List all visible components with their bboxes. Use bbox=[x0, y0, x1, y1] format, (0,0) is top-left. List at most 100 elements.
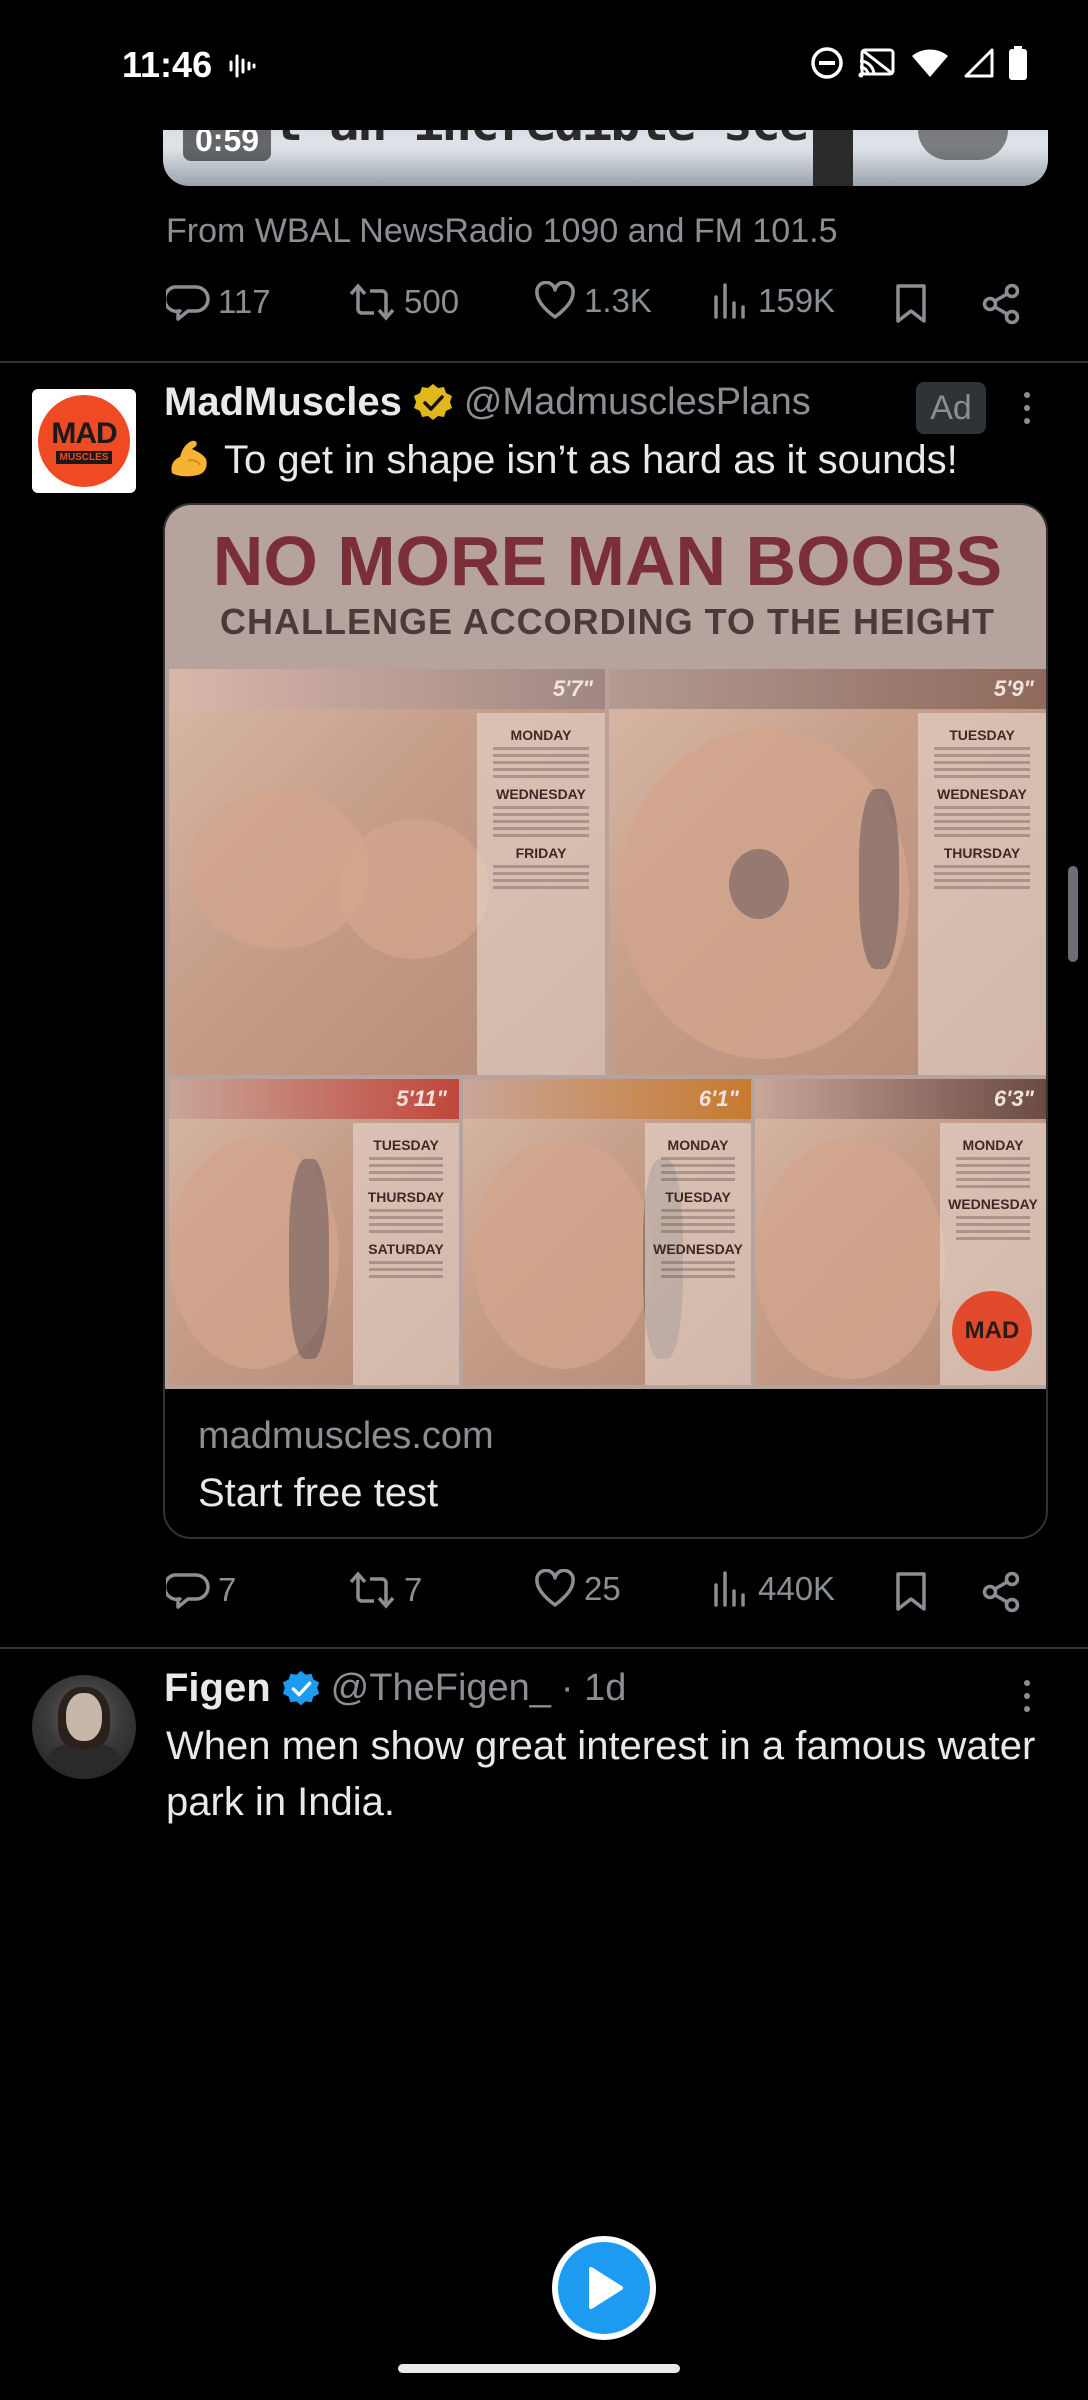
ad-photo-1: 5'7" MONDAY WEDNESDAY FRIDAY bbox=[169, 669, 605, 1075]
reply-icon bbox=[166, 1573, 210, 1609]
like-button[interactable]: 1.3K bbox=[534, 281, 652, 321]
views-count: 159K bbox=[758, 282, 836, 319]
share-button[interactable] bbox=[981, 283, 1021, 325]
tweet-body: To get in shape isn’t as hard as it soun… bbox=[224, 438, 958, 482]
height-label: 5'11" bbox=[169, 1079, 459, 1119]
height-label: 6'1" bbox=[463, 1079, 751, 1119]
day-label: WEDNESDAY bbox=[937, 786, 1027, 802]
workout-schedule: TUESDAY THURSDAY SATURDAY bbox=[353, 1123, 459, 1385]
height-label: 5'7" bbox=[169, 669, 605, 709]
views-button[interactable]: 440K bbox=[712, 1569, 835, 1609]
play-button[interactable] bbox=[552, 2236, 656, 2340]
share-icon bbox=[982, 283, 1020, 325]
ad-headline: NO MORE MAN BOOBS bbox=[212, 522, 1003, 600]
home-indicator[interactable] bbox=[398, 2364, 680, 2373]
madmuscles-seal: MAD bbox=[952, 1291, 1032, 1371]
verified-blue-icon bbox=[282, 1670, 319, 1705]
like-button[interactable]: 25 bbox=[534, 1569, 621, 1609]
day-label: MONDAY bbox=[510, 727, 572, 743]
like-count: 25 bbox=[584, 1570, 621, 1607]
height-label: 5'9" bbox=[609, 669, 1046, 709]
reply-icon bbox=[166, 285, 210, 321]
repost-button[interactable]: 7 bbox=[348, 1569, 422, 1611]
day-label: WEDNESDAY bbox=[653, 1241, 743, 1257]
day-label: TUESDAY bbox=[373, 1137, 439, 1153]
heart-icon bbox=[535, 1569, 575, 1607]
do-not-disturb-icon bbox=[811, 47, 843, 79]
bookmark-icon bbox=[896, 284, 926, 323]
author-name[interactable]: Figen bbox=[164, 1666, 271, 1711]
wifi-icon bbox=[912, 49, 948, 77]
tweet-divider bbox=[0, 361, 1088, 363]
day-label: WEDNESDAY bbox=[948, 1196, 1038, 1212]
bookmark-icon bbox=[896, 1572, 926, 1611]
day-label: MONDAY bbox=[962, 1137, 1024, 1153]
day-label: MONDAY bbox=[667, 1137, 729, 1153]
workout-schedule: MONDAY TUESDAY WEDNESDAY bbox=[645, 1123, 751, 1385]
battery-icon bbox=[1009, 46, 1027, 80]
views-icon bbox=[714, 283, 745, 319]
heart-icon bbox=[535, 281, 575, 319]
workout-schedule: TUESDAY WEDNESDAY THURSDAY bbox=[918, 713, 1046, 1075]
ad-badge: Ad bbox=[916, 382, 986, 434]
ad-photo-3: 5'11" TUESDAY THURSDAY SATURDAY bbox=[169, 1079, 459, 1385]
ad-photo-4: 6'1" MONDAY TUESDAY WEDNESDAY bbox=[463, 1079, 751, 1385]
reply-button[interactable]: 117 bbox=[166, 281, 271, 323]
avatar[interactable]: MAD MUSCLES bbox=[32, 389, 136, 493]
tweet-divider bbox=[0, 1647, 1088, 1649]
more-options-button[interactable] bbox=[1012, 1676, 1042, 1716]
tweet-header: Figen @TheFigen_ · 1d bbox=[164, 1666, 626, 1711]
repost-button[interactable]: 500 bbox=[348, 281, 459, 323]
day-label: TUESDAY bbox=[949, 727, 1015, 743]
tweet-time[interactable]: · 1d bbox=[561, 1667, 626, 1710]
logo-text-muscles: MUSCLES bbox=[55, 450, 113, 464]
author-handle[interactable]: @MadmusclesPlans bbox=[464, 381, 811, 424]
share-icon bbox=[982, 1571, 1020, 1613]
play-icon bbox=[589, 2267, 623, 2309]
ad-subheadline: CHALLENGE ACCORDING TO THE HEIGHT bbox=[219, 601, 995, 642]
views-button[interactable]: 159K bbox=[712, 281, 835, 321]
ad-image[interactable]: NO MORE MAN BOOBS CHALLENGE ACCORDING TO… bbox=[165, 505, 1046, 1389]
more-options-button[interactable] bbox=[1012, 388, 1042, 428]
day-label: FRIDAY bbox=[515, 845, 567, 861]
sound-wave-icon bbox=[229, 54, 256, 78]
tweet-text: To get in shape isn’t as hard as it soun… bbox=[166, 432, 1046, 488]
card-domain[interactable]: madmuscles.com bbox=[198, 1415, 494, 1458]
card-cta[interactable]: Start free test bbox=[198, 1471, 438, 1516]
like-count: 1.3K bbox=[584, 282, 652, 319]
day-label: THURSDAY bbox=[943, 845, 1021, 861]
workout-schedule: MONDAY WEDNESDAY FRIDAY bbox=[477, 713, 605, 1075]
scrollbar[interactable] bbox=[1068, 866, 1078, 962]
reply-count: 117 bbox=[218, 283, 271, 320]
share-button[interactable] bbox=[981, 1571, 1021, 1613]
author-handle[interactable]: @TheFigen_ bbox=[331, 1667, 551, 1710]
day-label: TUESDAY bbox=[665, 1189, 731, 1205]
madmuscles-logo: MAD MUSCLES bbox=[38, 395, 130, 487]
reply-button[interactable]: 7 bbox=[166, 1569, 236, 1611]
repost-count: 7 bbox=[404, 1571, 423, 1608]
day-label: THURSDAY bbox=[367, 1189, 445, 1205]
ad-photo-5: 6'3" MONDAY WEDNESDAY MAD bbox=[755, 1079, 1046, 1385]
views-count: 440K bbox=[758, 1570, 836, 1607]
verified-gold-icon bbox=[413, 383, 452, 420]
repost-icon bbox=[349, 1571, 395, 1609]
tweet-header: MadMuscles @MadmusclesPlans bbox=[164, 380, 811, 425]
status-bar: 11:46 bbox=[0, 0, 1088, 130]
author-name[interactable]: MadMuscles bbox=[164, 380, 402, 425]
status-time: 11:46 bbox=[122, 44, 213, 85]
avatar[interactable] bbox=[32, 1675, 136, 1779]
repost-icon bbox=[349, 283, 395, 321]
status-icons bbox=[810, 46, 1028, 80]
signal-icon bbox=[964, 48, 994, 78]
views-icon bbox=[714, 1571, 745, 1607]
reply-count: 7 bbox=[218, 1571, 237, 1608]
logo-text-mad: MAD bbox=[51, 416, 117, 450]
avatar-shape bbox=[66, 1693, 102, 1741]
bookmark-button[interactable] bbox=[893, 1571, 929, 1613]
cast-icon bbox=[858, 48, 895, 78]
video-source[interactable]: From WBAL NewsRadio 1090 and FM 101.5 bbox=[166, 212, 837, 251]
repost-count: 500 bbox=[404, 283, 460, 320]
ad-card[interactable]: NO MORE MAN BOOBS CHALLENGE ACCORDING TO… bbox=[163, 503, 1048, 1539]
flexed-biceps-icon bbox=[171, 440, 207, 477]
bookmark-button[interactable] bbox=[893, 283, 929, 325]
